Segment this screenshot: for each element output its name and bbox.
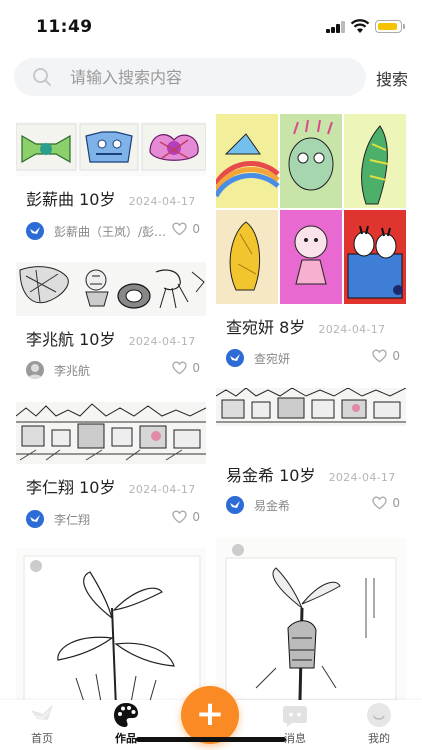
author-row[interactable]: 查宛妍: [226, 349, 290, 367]
artwork-card[interactable]: 李兆航 10岁 2024-04-17 李兆航 0: [16, 256, 206, 391]
like-count: 0: [192, 361, 200, 375]
like-button[interactable]: 0: [372, 496, 400, 510]
artist-name: 彭薪曲: [26, 190, 75, 209]
artwork-image[interactable]: [16, 262, 206, 316]
artist-name: 李仁翔: [26, 478, 75, 497]
artwork-image[interactable]: [16, 548, 206, 700]
like-button[interactable]: 0: [172, 361, 200, 375]
heart-icon: [172, 361, 188, 375]
search-input[interactable]: [70, 67, 330, 87]
tab-home[interactable]: 首页: [12, 700, 72, 750]
artist-age: 10岁: [279, 466, 316, 485]
author-row[interactable]: 李仁翔: [26, 510, 90, 528]
avatar: [26, 510, 44, 528]
bird-logo-icon: [30, 227, 40, 234]
tab-works[interactable]: 作品: [96, 700, 156, 750]
artwork-image[interactable]: [216, 388, 406, 426]
artist-age: 10岁: [79, 190, 116, 209]
heart-icon: [172, 510, 188, 524]
author-name: 易金希: [254, 498, 291, 513]
search-icon: [33, 68, 51, 86]
home-icon: [31, 704, 53, 720]
artwork-feed[interactable]: 彭薪曲 10岁 2024-04-17 彭薪曲（王岚）/彭… 0 李兆航 10岁 …: [0, 106, 422, 700]
post-date: 2024-04-17: [128, 335, 196, 348]
like-count: 0: [192, 222, 200, 236]
like-count: 0: [192, 510, 200, 524]
like-count: 0: [392, 349, 400, 363]
card-title: 彭薪曲 10岁 2024-04-17: [26, 186, 196, 210]
artwork-card[interactable]: 彭薪曲 10岁 2024-04-17 彭薪曲（王岚）/彭… 0: [16, 106, 206, 241]
bird-logo-icon: [30, 515, 40, 522]
artwork-image[interactable]: [216, 114, 406, 304]
search-button[interactable]: 搜索: [376, 66, 408, 90]
artwork-image[interactable]: [16, 122, 206, 176]
like-button[interactable]: 0: [372, 349, 400, 363]
author-name: 查宛妍: [254, 351, 291, 366]
heart-icon: [172, 222, 188, 236]
user-photo-icon: [28, 364, 42, 379]
avatar: [226, 496, 244, 514]
tab-profile[interactable]: 我的: [349, 700, 409, 750]
cellular-signal-icon: [326, 21, 346, 33]
avatar: [226, 349, 244, 367]
like-count: 0: [392, 496, 400, 510]
author-row[interactable]: 易金希: [226, 496, 290, 514]
artist-name: 易金希: [226, 466, 275, 485]
bird-logo-icon: [230, 354, 240, 361]
avatar: [26, 222, 44, 240]
battery-icon: [375, 20, 405, 33]
artist-age: 10岁: [79, 478, 116, 497]
search-bar[interactable]: [14, 58, 366, 96]
plus-icon: +: [195, 694, 225, 734]
status-time: 11:49: [36, 17, 93, 37]
like-button[interactable]: 0: [172, 222, 200, 236]
heart-icon: [372, 496, 388, 510]
post-date: 2024-04-17: [328, 471, 396, 484]
home-indicator: [136, 737, 286, 742]
create-button[interactable]: +: [181, 686, 239, 744]
artist-name: 李兆航: [26, 330, 75, 349]
artist-name: 查宛妍: [226, 318, 275, 337]
artwork-image[interactable]: [16, 402, 206, 464]
author-name: 李仁翔: [54, 512, 91, 527]
author-name: 彭薪曲（王岚）/彭…: [54, 224, 167, 239]
like-button[interactable]: 0: [172, 510, 200, 524]
artwork-card[interactable]: 易金希 10岁 2024-04-17 易金希 0: [216, 388, 406, 523]
author-row[interactable]: 彭薪曲（王岚）/彭…: [26, 222, 166, 240]
card-title: 易金希 10岁 2024-04-17: [226, 462, 396, 486]
profile-icon: [367, 703, 391, 727]
artwork-image[interactable]: [216, 538, 406, 700]
message-icon: [283, 706, 307, 727]
card-title: 李兆航 10岁 2024-04-17: [26, 326, 196, 350]
author-name: 李兆航: [54, 363, 91, 378]
tab-messages[interactable]: 消息: [265, 700, 325, 750]
post-date: 2024-04-17: [128, 195, 196, 208]
tab-label: 我的: [368, 732, 390, 745]
author-row[interactable]: 李兆航: [26, 361, 90, 379]
artist-age: 8岁: [279, 318, 306, 337]
heart-icon: [372, 349, 388, 363]
artist-age: 10岁: [79, 330, 116, 349]
tab-label: 首页: [31, 732, 53, 745]
artwork-card[interactable]: 查宛妍 8岁 2024-04-17 查宛妍 0: [216, 106, 406, 374]
artwork-card[interactable]: [216, 538, 406, 700]
post-date: 2024-04-17: [128, 483, 196, 496]
wifi-icon: [350, 19, 370, 33]
card-title: 李仁翔 10岁 2024-04-17: [26, 474, 196, 498]
artwork-card[interactable]: [16, 548, 206, 700]
card-title: 查宛妍 8岁 2024-04-17: [226, 314, 385, 338]
status-bar: 11:49: [0, 0, 422, 52]
artwork-card[interactable]: 李仁翔 10岁 2024-04-17 李仁翔 0: [16, 402, 206, 532]
palette-icon: [114, 703, 138, 727]
avatar: [26, 361, 44, 379]
bird-logo-icon: [230, 501, 240, 508]
post-date: 2024-04-17: [318, 323, 386, 336]
